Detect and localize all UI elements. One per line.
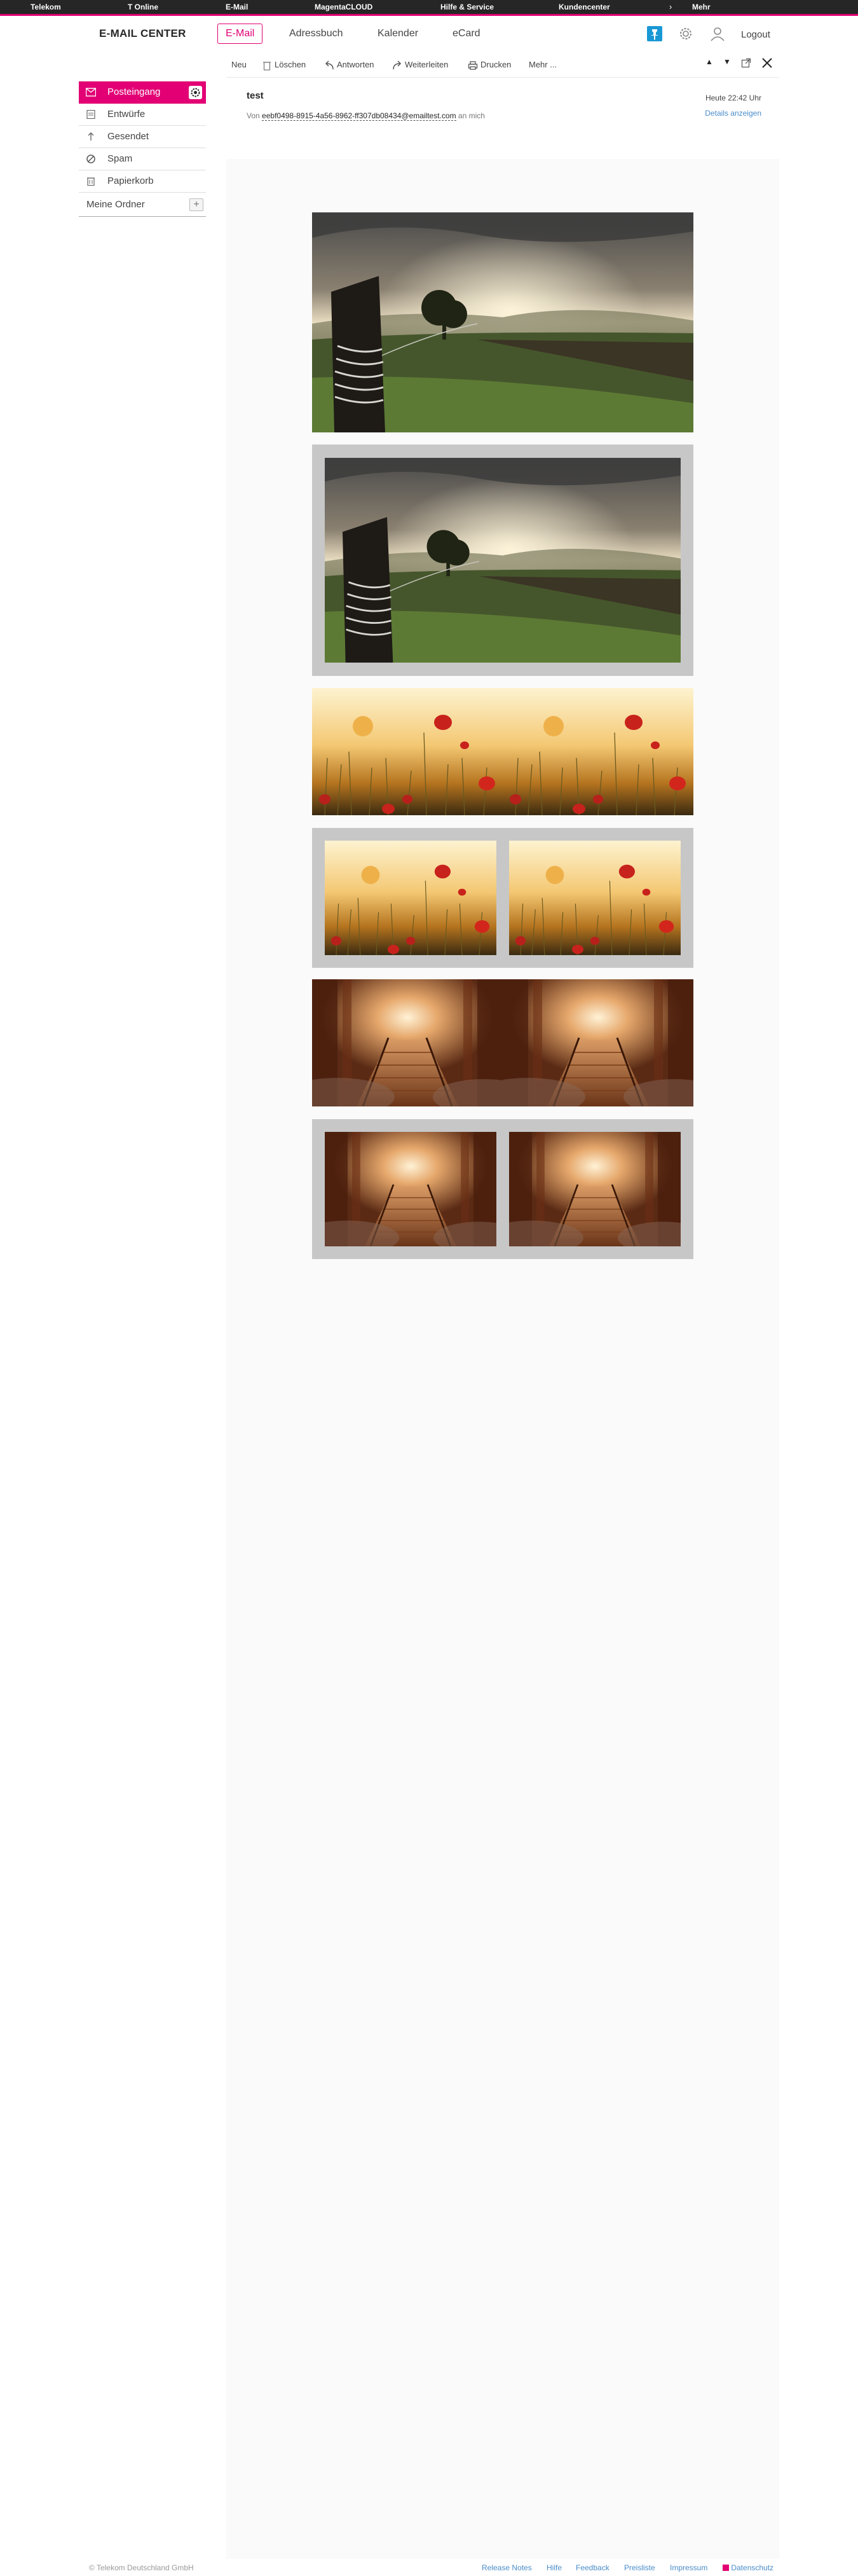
tab-email[interactable]: E-Mail bbox=[217, 24, 263, 44]
topbar-link-email[interactable]: E-Mail bbox=[226, 0, 248, 14]
print-button[interactable]: Drucken bbox=[468, 59, 511, 71]
message-date: Heute 22:42 Uhr bbox=[705, 93, 761, 102]
more-actions-menu[interactable]: Mehr ... bbox=[529, 59, 557, 71]
close-icon[interactable] bbox=[761, 57, 773, 71]
add-folder-button[interactable]: + bbox=[189, 198, 203, 211]
footer-link-release-notes[interactable]: Release Notes bbox=[482, 2563, 532, 2572]
forward-button[interactable]: Weiterleiten bbox=[392, 59, 448, 71]
inline-image-bridge-pair bbox=[312, 979, 693, 1106]
open-in-new-window-icon[interactable] bbox=[741, 58, 751, 70]
reply-label: Antworten bbox=[337, 60, 374, 69]
next-message-arrow-icon[interactable]: ▼ bbox=[723, 57, 731, 66]
inline-image-bridge-framed bbox=[312, 1119, 693, 1259]
app-title: E-MAIL CENTER bbox=[99, 27, 186, 39]
trash-icon bbox=[87, 177, 95, 186]
message-reader: Neu Löschen Antworten Weiterleiten Druck… bbox=[226, 52, 779, 2559]
privacy-shield-icon bbox=[723, 2565, 729, 2571]
inbox-icon bbox=[86, 88, 96, 97]
my-folders-section: Meine Ordner + bbox=[79, 193, 206, 217]
footer-link-impressum[interactable]: Impressum bbox=[670, 2563, 707, 2572]
topbar-link-hilfe-service[interactable]: Hilfe & Service bbox=[440, 0, 494, 14]
topbar-link-mehr[interactable]: Mehr bbox=[692, 0, 711, 14]
printer-icon bbox=[468, 60, 478, 70]
inline-image-field-framed bbox=[312, 444, 693, 676]
delete-label: Löschen bbox=[275, 60, 306, 69]
my-folders-label: Meine Ordner bbox=[86, 199, 145, 210]
topbar-link-kundencenter[interactable]: Kundencenter bbox=[559, 0, 610, 14]
sidebar-item-label: Papierkorb bbox=[107, 176, 154, 186]
footer-link-datenschutz[interactable]: Datenschutz bbox=[723, 2563, 773, 2572]
topbar-link-t-online[interactable]: T Online bbox=[128, 0, 158, 14]
page-footer: © Telekom Deutschland GmbH Release Notes… bbox=[0, 2559, 858, 2576]
recipient-suffix: an mich bbox=[458, 111, 485, 120]
delete-button[interactable]: Löschen bbox=[262, 59, 306, 71]
sidebar-item-entwuerfe[interactable]: Entwürfe bbox=[79, 104, 206, 126]
footer-link-hilfe[interactable]: Hilfe bbox=[547, 2563, 562, 2572]
spam-block-icon bbox=[86, 155, 95, 163]
forward-arrow-icon bbox=[393, 60, 402, 69]
tab-adressbuch[interactable]: Adressbuch bbox=[281, 24, 351, 44]
message-subject: test bbox=[247, 90, 264, 101]
details-link[interactable]: Details anzeigen bbox=[705, 109, 761, 118]
pin-icon[interactable] bbox=[646, 25, 663, 42]
sender-address[interactable]: eebf0498-8915-4a56-8962-ff307db08434@ema… bbox=[262, 111, 456, 121]
user-icon[interactable] bbox=[709, 25, 726, 42]
sidebar-item-label: Entwürfe bbox=[107, 109, 146, 120]
folder-settings-gear-icon[interactable] bbox=[189, 86, 202, 99]
tab-kalender[interactable]: Kalender bbox=[369, 24, 426, 44]
new-message-button[interactable]: Neu bbox=[231, 59, 247, 71]
sidebar-item-gesendet[interactable]: Gesendet bbox=[79, 126, 206, 148]
print-label: Drucken bbox=[480, 60, 512, 69]
sidebar-item-spam[interactable]: Spam bbox=[79, 148, 206, 170]
footer-link-feedback[interactable]: Feedback bbox=[576, 2563, 609, 2572]
sender-line: Von eebf0498-8915-4a56-8962-ff307db08434… bbox=[247, 111, 485, 121]
inline-image-poppies-framed bbox=[312, 828, 693, 968]
footer-link-preisliste[interactable]: Preisliste bbox=[624, 2563, 655, 2572]
sidebar-item-label: Gesendet bbox=[107, 131, 149, 142]
logout-link[interactable]: Logout bbox=[741, 29, 770, 40]
draft-icon bbox=[86, 110, 95, 119]
chevron-right-icon: › bbox=[669, 2, 672, 11]
folder-sidebar: Posteingang Entwürfe Gesendet Spam Papie… bbox=[79, 81, 206, 217]
sidebar-item-label: Posteingang bbox=[107, 86, 161, 97]
sidebar-item-posteingang[interactable]: Posteingang bbox=[79, 81, 206, 104]
inline-image-field bbox=[312, 212, 693, 432]
gear-icon[interactable] bbox=[678, 25, 694, 42]
copyright-text: © Telekom Deutschland GmbH bbox=[89, 2563, 194, 2572]
reply-arrow-icon bbox=[325, 60, 334, 69]
sidebar-item-papierkorb[interactable]: Papierkorb bbox=[79, 170, 206, 193]
sent-arrow-icon bbox=[88, 132, 94, 141]
forward-label: Weiterleiten bbox=[405, 60, 449, 69]
previous-message-arrow-icon[interactable]: ▲ bbox=[705, 57, 713, 66]
telekom-top-bar: Telekom T Online E-Mail MagentaCLOUD Hil… bbox=[0, 0, 858, 16]
topbar-link-magentacloud[interactable]: MagentaCLOUD bbox=[315, 0, 372, 14]
datenschutz-label: Datenschutz bbox=[731, 2563, 774, 2572]
tab-ecard[interactable]: eCard bbox=[444, 24, 489, 44]
sidebar-item-label: Spam bbox=[107, 153, 133, 164]
message-header: test Heute 22:42 Uhr Details anzeigen Vo… bbox=[226, 78, 779, 159]
app-header: E-MAIL CENTER E-Mail Adressbuch Kalender… bbox=[0, 16, 858, 55]
reply-button[interactable]: Antworten bbox=[324, 59, 374, 71]
trash-icon bbox=[263, 61, 271, 71]
from-prefix: Von bbox=[247, 111, 260, 120]
message-toolbar: Neu Löschen Antworten Weiterleiten Druck… bbox=[226, 52, 779, 78]
inline-image-poppies-pair bbox=[312, 688, 693, 815]
topbar-link-telekom[interactable]: Telekom bbox=[31, 0, 61, 14]
